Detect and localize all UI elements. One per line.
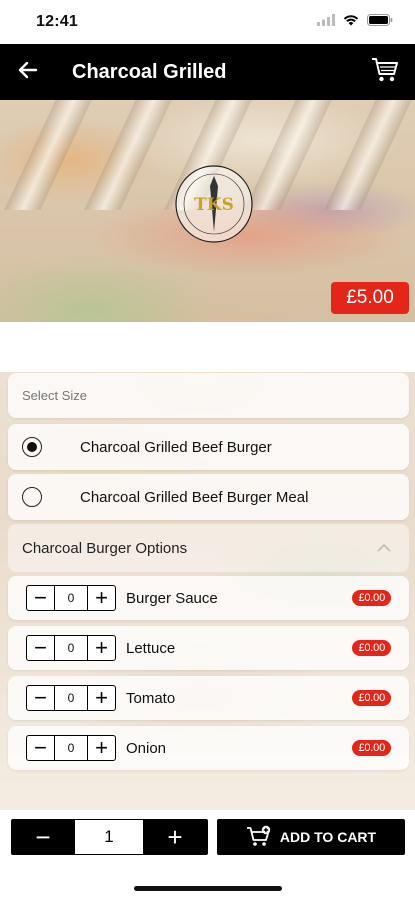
option-row-lettuce: − 0 + Lettuce £0.00 bbox=[8, 626, 409, 670]
app-bar: Charcoal Grilled bbox=[0, 44, 415, 100]
quantity-decrement-button[interactable]: − bbox=[11, 819, 75, 855]
quantity-increment-button[interactable]: + bbox=[143, 819, 207, 855]
option-name: Lettuce bbox=[126, 639, 176, 657]
add-to-cart-button[interactable]: ADD TO CART bbox=[217, 819, 405, 855]
quantity-stepper: − 0 + bbox=[26, 685, 116, 711]
increment-button[interactable]: + bbox=[87, 586, 115, 610]
option-quantity: 0 bbox=[67, 741, 75, 755]
size-option-label: Charcoal Grilled Beef Burger Meal bbox=[80, 488, 309, 506]
option-name: Burger Sauce bbox=[126, 589, 218, 607]
radio-unselected-icon[interactable] bbox=[22, 487, 42, 507]
option-price-badge: £0.00 bbox=[352, 640, 391, 656]
option-name: Tomato bbox=[126, 689, 176, 707]
chevron-up-icon[interactable] bbox=[377, 539, 391, 557]
option-row-onion: − 0 + Onion £0.00 bbox=[8, 726, 409, 770]
status-time: 12:41 bbox=[36, 13, 78, 30]
svg-text:TKS: TKS bbox=[194, 195, 234, 215]
size-option-beef-burger[interactable]: Charcoal Grilled Beef Burger bbox=[8, 424, 409, 470]
options-title: Charcoal Burger Options bbox=[22, 539, 188, 557]
add-to-cart-label: ADD TO CART bbox=[279, 829, 377, 845]
signal-icon bbox=[317, 13, 335, 31]
add-cart-icon bbox=[246, 825, 272, 850]
decrement-button[interactable]: − bbox=[27, 586, 55, 610]
select-size-header: Select Size bbox=[8, 373, 409, 418]
cart-icon bbox=[371, 57, 399, 88]
battery-icon bbox=[367, 13, 393, 31]
increment-button[interactable]: + bbox=[87, 736, 115, 760]
status-icons bbox=[317, 13, 393, 31]
options-header[interactable]: Charcoal Burger Options bbox=[8, 524, 409, 572]
cart-button[interactable] bbox=[357, 44, 413, 100]
quantity-stepper: − 0 + bbox=[26, 735, 116, 761]
home-indicator bbox=[134, 886, 282, 891]
quantity-stepper: − 0 + bbox=[26, 585, 116, 611]
page-title: Charcoal Grilled bbox=[72, 60, 227, 83]
size-option-label: Charcoal Grilled Beef Burger bbox=[80, 438, 272, 456]
increment-button[interactable]: + bbox=[87, 636, 115, 660]
increment-button[interactable]: + bbox=[87, 686, 115, 710]
arrow-left-icon bbox=[18, 61, 38, 84]
price-badge: £5.00 bbox=[331, 282, 409, 314]
select-size-label: Select Size bbox=[22, 388, 88, 403]
decrement-button[interactable]: − bbox=[27, 636, 55, 660]
option-price-badge: £0.00 bbox=[352, 740, 391, 756]
option-quantity: 0 bbox=[67, 691, 75, 705]
decrement-button[interactable]: − bbox=[27, 686, 55, 710]
option-name: Onion bbox=[126, 739, 167, 757]
radio-selected-icon[interactable] bbox=[22, 437, 42, 457]
quantity-stepper: − 0 + bbox=[26, 635, 116, 661]
decrement-button[interactable]: − bbox=[27, 736, 55, 760]
size-option-beef-burger-meal[interactable]: Charcoal Grilled Beef Burger Meal bbox=[8, 474, 409, 520]
option-price-badge: £0.00 bbox=[352, 590, 391, 606]
option-price-badge: £0.00 bbox=[352, 690, 391, 706]
cart-quantity-value: 1 bbox=[75, 820, 143, 854]
cart-quantity-stepper: − 1 + bbox=[11, 819, 208, 855]
restaurant-logo: TKS bbox=[172, 162, 256, 246]
status-bar: 12:41 bbox=[0, 0, 415, 44]
option-row-burger-sauce: − 0 + Burger Sauce £0.00 bbox=[8, 576, 409, 620]
option-quantity: 0 bbox=[67, 591, 75, 605]
wifi-icon bbox=[343, 13, 359, 31]
option-quantity: 0 bbox=[67, 641, 75, 655]
back-button[interactable] bbox=[0, 44, 56, 100]
option-row-tomato: − 0 + Tomato £0.00 bbox=[8, 676, 409, 720]
